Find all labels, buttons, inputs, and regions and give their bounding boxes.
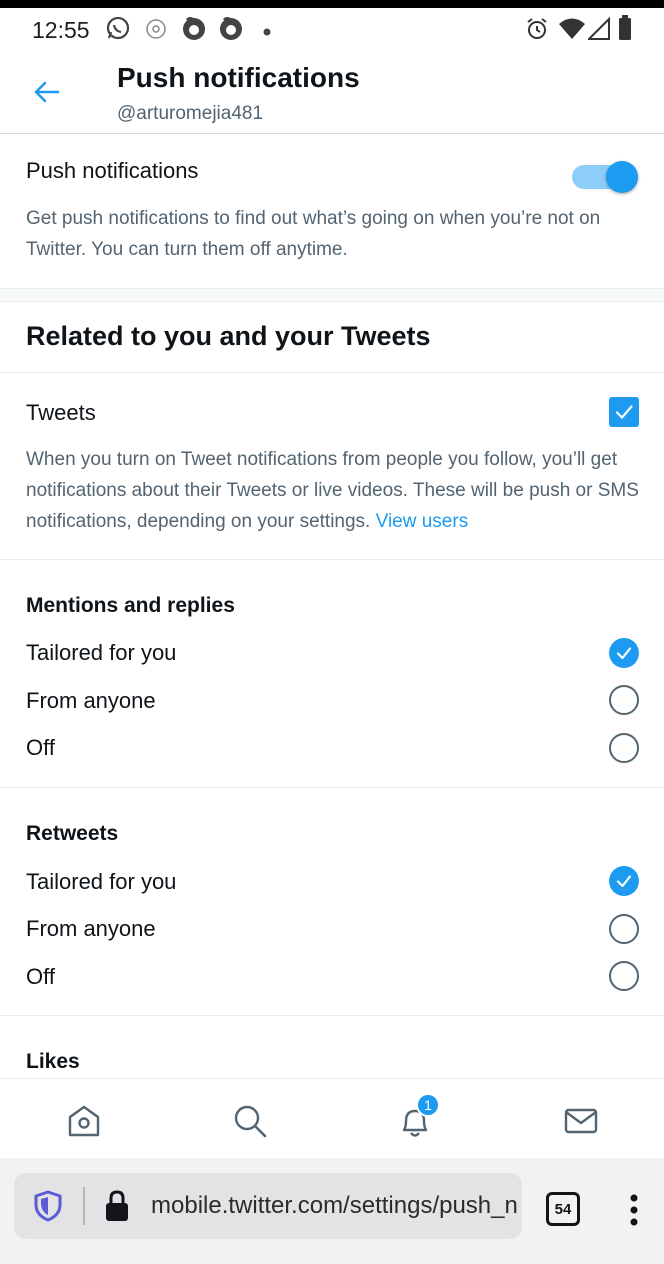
nav-home[interactable] [60, 1097, 108, 1145]
retweets-option-anyone-label[interactable]: From anyone [26, 916, 156, 942]
retweets-option-off-label[interactable]: Off [26, 964, 55, 990]
firefox-icon [181, 15, 207, 46]
tweets-checkbox[interactable] [609, 397, 639, 427]
checkmark-icon [616, 875, 632, 888]
divider [0, 1015, 664, 1016]
bottom-nav: 1 [0, 1078, 664, 1158]
page-title: Push notifications [117, 62, 360, 93]
whatsapp-icon [105, 15, 131, 46]
checkmark-icon [615, 405, 633, 419]
url-text[interactable]: mobile.twitter.com/settings/push_notific… [151, 1192, 519, 1220]
tabs-counter-button[interactable]: 54 [546, 1192, 580, 1226]
wifi-icon [558, 17, 586, 46]
mentions-radio-off[interactable] [609, 733, 639, 763]
mentions-option-off-label[interactable]: Off [26, 735, 55, 761]
mentions-heading: Mentions and replies [26, 594, 235, 617]
back-arrow-icon [34, 81, 60, 103]
section-gap [0, 288, 664, 302]
divider [0, 559, 664, 560]
push-notifications-toggle[interactable] [572, 157, 640, 197]
cellular-signal-icon [586, 16, 610, 46]
home-icon [68, 1105, 100, 1137]
notification-count-badge: 1 [416, 1093, 440, 1117]
tracking-protection-shield-icon[interactable] [34, 1190, 62, 1227]
nav-search[interactable] [226, 1097, 274, 1145]
divider [0, 372, 664, 373]
likes-heading: Likes [26, 1050, 80, 1073]
view-users-link[interactable]: View users [376, 511, 469, 532]
status-bar: 12:55 [0, 8, 664, 50]
retweets-radio-anyone[interactable] [609, 914, 639, 944]
tweets-description-text: When you turn on Tweet notifications fro… [26, 449, 639, 532]
browser-menu-button[interactable] [620, 1190, 648, 1230]
lock-icon[interactable] [104, 1189, 130, 1228]
search-icon [234, 1105, 267, 1138]
alarm-icon [525, 17, 549, 46]
nav-messages[interactable] [557, 1097, 605, 1145]
mentions-option-anyone-label[interactable]: From anyone [26, 688, 156, 714]
messages-icon [564, 1108, 598, 1134]
firefox-icon-2 [218, 15, 244, 46]
url-separator [83, 1187, 85, 1225]
tweets-label: Tweets [26, 400, 96, 425]
back-button[interactable] [22, 72, 70, 112]
mentions-option-tailored-label[interactable]: Tailored for you [26, 640, 176, 666]
more-vertical-icon [630, 1194, 638, 1226]
at-sign-icon [145, 18, 167, 45]
push-notifications-description: Get push notifications to find out what’… [26, 208, 601, 260]
browser-toolbar: mobile.twitter.com/settings/push_notific… [0, 1158, 664, 1264]
battery-icon [617, 14, 633, 47]
mentions-radio-tailored[interactable] [609, 638, 639, 668]
account-handle: @arturomejia481 [117, 103, 264, 124]
more-notifications-dot-icon [262, 24, 272, 42]
url-bar[interactable]: mobile.twitter.com/settings/push_notific… [14, 1173, 522, 1239]
retweets-heading: Retweets [26, 822, 119, 845]
retweets-radio-off[interactable] [609, 961, 639, 991]
retweets-option-tailored-label[interactable]: Tailored for you [26, 869, 176, 895]
app-header: Push notifications @arturomejia481 [0, 50, 664, 134]
section-title: Related to you and your Tweets [26, 321, 431, 351]
retweets-radio-tailored[interactable] [609, 866, 639, 896]
mentions-radio-anyone[interactable] [609, 685, 639, 715]
checkmark-icon [616, 647, 632, 660]
divider [0, 787, 664, 788]
screen: 12:55 Push notifications @arturomejia481… [0, 8, 664, 1264]
status-time: 12:55 [32, 17, 90, 43]
toggle-knob [606, 161, 638, 193]
tweets-description: When you turn on Tweet notifications fro… [26, 444, 646, 537]
push-notifications-label: Push notifications [26, 158, 199, 183]
